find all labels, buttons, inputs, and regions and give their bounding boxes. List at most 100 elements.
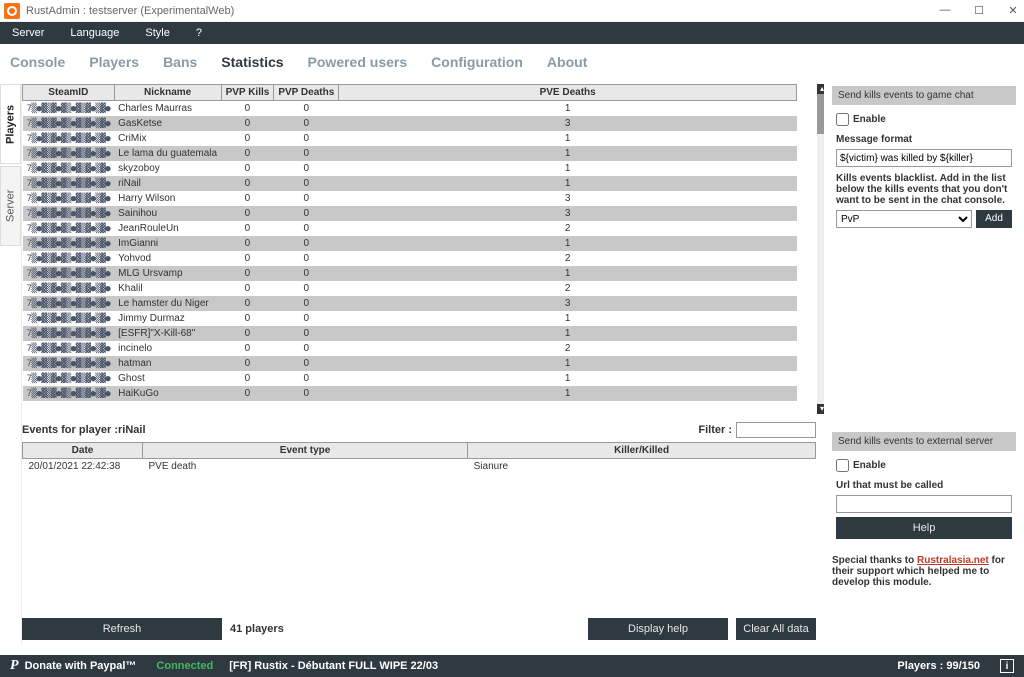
cell-pvpdeaths: 0 (274, 176, 339, 191)
table-row[interactable]: 7▒●▓▒▓●▓▒●▓▒▓●▒▓● CriMix 0 0 1 (23, 131, 797, 146)
filter-input[interactable] (736, 422, 816, 438)
cell-steamid: 7▒●▓▒▓●▓▒●▓▒▓●▒▓● (23, 356, 115, 371)
cell-pvpkills: 0 (221, 341, 274, 356)
enable-external-checkbox-label[interactable]: Enable (836, 459, 1012, 472)
table-row[interactable]: 7▒●▓▒▓●▓▒●▓▒▓●▒▓● Jimmy Durmaz 0 0 1 (23, 311, 797, 326)
maximize-icon[interactable]: ☐ (972, 4, 986, 17)
stats-table-wrap: SteamID Nickname PVP Kills PVP Deaths PV… (22, 84, 816, 414)
event-row[interactable]: 20/01/2021 22:42:38 PVE death Sianure (23, 459, 816, 475)
table-row[interactable]: 7▒●▓▒▓●▓▒●▓▒▓●▒▓● skyzoboy 0 0 1 (23, 161, 797, 176)
cell-nickname: Sainihou (114, 206, 221, 221)
menu-server[interactable]: Server (8, 25, 48, 41)
table-scrollbar[interactable]: ▴ ▾ (817, 84, 824, 414)
tab-configuration[interactable]: Configuration (431, 54, 523, 70)
blacklist-listbox[interactable] (836, 232, 1012, 402)
tab-players[interactable]: Players (89, 54, 139, 70)
col-pvpdeaths[interactable]: PVP Deaths (274, 85, 339, 101)
help-button[interactable]: Help (836, 517, 1012, 539)
blacklist-select[interactable]: PvP (836, 210, 972, 228)
menu-help[interactable]: ? (192, 25, 206, 41)
table-row[interactable]: 7▒●▓▒▓●▓▒●▓▒▓●▒▓● Yohvod 0 0 2 (23, 251, 797, 266)
table-row[interactable]: 7▒●▓▒▓●▓▒●▓▒▓●▒▓● HaiKuGo 0 0 1 (23, 386, 797, 401)
cell-pvpkills: 0 (221, 146, 274, 161)
cell-pvpkills: 0 (221, 266, 274, 281)
url-input[interactable] (836, 495, 1012, 513)
cell-steamid: 7▒●▓▒▓●▓▒●▓▒▓●▒▓● (23, 116, 115, 131)
minimize-icon[interactable]: — (938, 4, 952, 17)
window-title: RustAdmin : testserver (ExperimentalWeb) (26, 5, 234, 17)
cell-nickname: skyzoboy (114, 161, 221, 176)
col-pvpkills[interactable]: PVP Kills (221, 85, 274, 101)
cell-nickname: GasKetse (114, 116, 221, 131)
thanks-link[interactable]: Rustralasia.net (917, 555, 989, 566)
tab-powered-users[interactable]: Powered users (308, 54, 408, 70)
cell-nickname: [ESFR]"X-Kill-68" (114, 326, 221, 341)
col-nickname[interactable]: Nickname (114, 85, 221, 101)
col-killer-killed[interactable]: Killer/Killed (468, 443, 816, 459)
scroll-thumb[interactable] (817, 94, 824, 134)
table-row[interactable]: 7▒●▓▒▓●▓▒●▓▒▓●▒▓● Sainihou 0 0 3 (23, 206, 797, 221)
refresh-button[interactable]: Refresh (22, 618, 222, 640)
cell-pvedeaths: 1 (339, 176, 797, 191)
table-row[interactable]: 7▒●▓▒▓●▓▒●▓▒▓●▒▓● riNail 0 0 1 (23, 176, 797, 191)
right-panel: Send kills events to game chat Enable Me… (824, 84, 1024, 644)
cell-pvedeaths: 1 (339, 236, 797, 251)
events-table[interactable]: Date Event type Killer/Killed 20/01/2021… (22, 442, 816, 474)
close-icon[interactable]: ✕ (1006, 4, 1020, 17)
tab-console[interactable]: Console (10, 54, 65, 70)
table-row[interactable]: 7▒●▓▒▓●▓▒●▓▒▓●▒▓● Le lama du guatemala 0… (23, 146, 797, 161)
menu-language[interactable]: Language (66, 25, 123, 41)
table-row[interactable]: 7▒●▓▒▓●▓▒●▓▒▓●▒▓● Harry Wilson 0 0 3 (23, 191, 797, 206)
cell-pvpkills: 0 (221, 296, 274, 311)
sidetab-server[interactable]: Server (0, 166, 21, 246)
cell-nickname: Charles Maurras (114, 101, 221, 117)
table-row[interactable]: 7▒●▓▒▓●▓▒●▓▒▓●▒▓● hatman 0 0 1 (23, 356, 797, 371)
table-row[interactable]: 7▒●▓▒▓●▓▒●▓▒▓●▒▓● MLG Ursvamp 0 0 1 (23, 266, 797, 281)
col-date[interactable]: Date (23, 443, 143, 459)
display-help-button[interactable]: Display help (588, 618, 728, 640)
msg-format-input[interactable] (836, 149, 1012, 167)
paypal-icon: P (10, 658, 19, 674)
tab-statistics[interactable]: Statistics (221, 54, 283, 70)
table-row[interactable]: 7▒●▓▒▓●▓▒●▓▒▓●▒▓● Le hamster du Niger 0 … (23, 296, 797, 311)
cell-pvedeaths: 1 (339, 356, 797, 371)
add-button[interactable]: Add (976, 210, 1012, 228)
scroll-up-icon[interactable]: ▴ (817, 84, 824, 94)
cell-pvpdeaths: 0 (274, 236, 339, 251)
col-event-type[interactable]: Event type (143, 443, 468, 459)
clear-all-button[interactable]: Clear All data (736, 618, 816, 640)
stats-table[interactable]: SteamID Nickname PVP Kills PVP Deaths PV… (22, 84, 797, 401)
donate-link[interactable]: Donate with Paypal™ (25, 660, 137, 672)
table-row[interactable]: 7▒●▓▒▓●▓▒●▓▒▓●▒▓● Khalil 0 0 2 (23, 281, 797, 296)
cell-pvedeaths: 1 (339, 266, 797, 281)
cell-steamid: 7▒●▓▒▓●▓▒●▓▒▓●▒▓● (23, 386, 115, 401)
table-row[interactable]: 7▒●▓▒▓●▓▒●▓▒▓●▒▓● GasKetse 0 0 3 (23, 116, 797, 131)
table-row[interactable]: 7▒●▓▒▓●▓▒●▓▒▓●▒▓● Charles Maurras 0 0 1 (23, 101, 797, 117)
cell-pvedeaths: 3 (339, 116, 797, 131)
table-row[interactable]: 7▒●▓▒▓●▓▒●▓▒▓●▒▓● [ESFR]"X-Kill-68" 0 0 … (23, 326, 797, 341)
table-row[interactable]: 7▒●▓▒▓●▓▒●▓▒▓●▒▓● Ghost 0 0 1 (23, 371, 797, 386)
sidetab-players[interactable]: Players (0, 84, 21, 164)
table-row[interactable]: 7▒●▓▒▓●▓▒●▓▒▓●▒▓● ImGianni 0 0 1 (23, 236, 797, 251)
table-row[interactable]: 7▒●▓▒▓●▓▒●▓▒▓●▒▓● incinelo 0 0 2 (23, 341, 797, 356)
col-pvedeaths[interactable]: PVE Deaths (339, 85, 797, 101)
table-row[interactable]: 7▒●▓▒▓●▓▒●▓▒▓●▒▓● JeanRouleUn 0 0 2 (23, 221, 797, 236)
event-type: PVE death (143, 459, 468, 475)
menu-style[interactable]: Style (141, 25, 173, 41)
events-header: Events for player : riNail Filter : (22, 422, 816, 438)
tab-about[interactable]: About (547, 54, 587, 70)
cell-nickname: Yohvod (114, 251, 221, 266)
cell-pvpkills: 0 (221, 206, 274, 221)
col-steamid[interactable]: SteamID (23, 85, 115, 101)
enable-chat-checkbox[interactable] (836, 113, 849, 126)
info-icon[interactable]: i (1000, 659, 1014, 673)
cell-pvedeaths: 3 (339, 206, 797, 221)
tab-bans[interactable]: Bans (163, 54, 197, 70)
cell-pvpdeaths: 0 (274, 191, 339, 206)
scroll-down-icon[interactable]: ▾ (817, 404, 824, 414)
enable-chat-checkbox-label[interactable]: Enable (836, 113, 1012, 126)
cell-nickname: Jimmy Durmaz (114, 311, 221, 326)
cell-pvpkills: 0 (221, 161, 274, 176)
enable-external-checkbox[interactable] (836, 459, 849, 472)
cell-steamid: 7▒●▓▒▓●▓▒●▓▒▓●▒▓● (23, 176, 115, 191)
